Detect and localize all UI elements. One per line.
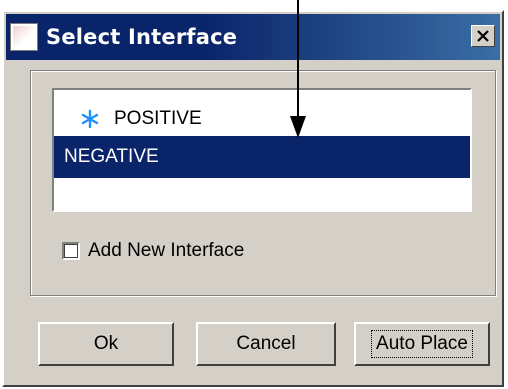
window-title: Select Interface xyxy=(46,25,238,49)
auto-place-button-label: Auto Place xyxy=(371,330,473,358)
cancel-button[interactable]: Cancel xyxy=(196,322,336,366)
asterisk-icon xyxy=(81,109,99,129)
list-item-label: POSITIVE xyxy=(114,108,202,129)
interface-listbox[interactable]: POSITIVE NEGATIVE xyxy=(52,88,472,212)
auto-place-button[interactable]: Auto Place xyxy=(354,322,490,366)
title-bar[interactable]: Select Interface xyxy=(6,14,500,60)
close-icon xyxy=(477,30,489,42)
list-item-label: NEGATIVE xyxy=(64,146,159,167)
cancel-button-label: Cancel xyxy=(236,333,296,354)
annotation-arrow-icon xyxy=(290,0,306,138)
add-new-interface-row[interactable]: Add New Interface xyxy=(62,240,244,262)
close-button[interactable] xyxy=(471,25,495,47)
add-new-interface-checkbox[interactable] xyxy=(62,242,80,260)
add-new-interface-label[interactable]: Add New Interface xyxy=(88,240,244,262)
ok-button-label: Ok xyxy=(93,333,119,354)
list-item-positive[interactable]: POSITIVE xyxy=(54,98,470,140)
list-item-negative[interactable]: NEGATIVE xyxy=(54,136,470,178)
app-icon xyxy=(10,23,38,51)
ok-button[interactable]: Ok xyxy=(38,322,174,366)
screenshot-stage: Select Interface POSITIVE NEGATIVE Add N… xyxy=(0,0,508,389)
